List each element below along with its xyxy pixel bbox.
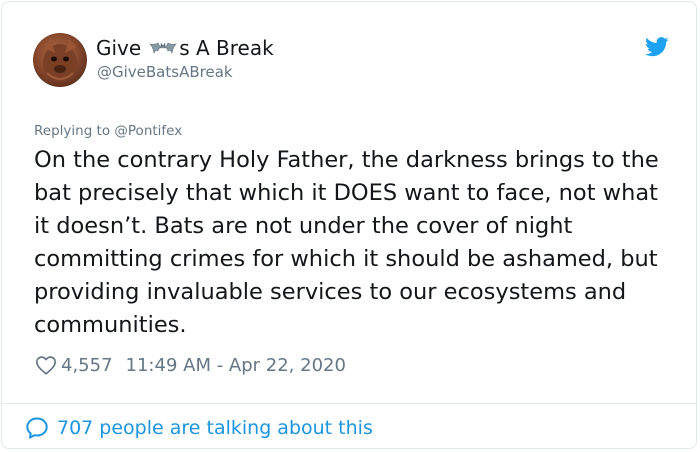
tweet-meta: 4,557 11:49 AM - Apr 22, 2020	[35, 354, 346, 376]
conversation-link[interactable]: 707 people are talking about this	[25, 416, 373, 440]
avatar[interactable]	[33, 33, 87, 87]
tweet-timestamp[interactable]: 11:49 AM - Apr 22, 2020	[126, 355, 346, 376]
tweet-card: Give s A Break @GiveBatsABreak Replying …	[1, 1, 697, 449]
talking-text: 707 people are talking about this	[57, 417, 373, 439]
divider	[2, 403, 696, 404]
heart-icon[interactable]	[35, 354, 57, 376]
display-name-part-1: Give	[96, 36, 142, 60]
bat-emoji-icon	[149, 42, 178, 54]
tweet-text: On the contrary Holy Father, the darknes…	[34, 147, 659, 338]
display-name[interactable]: Give s A Break	[96, 36, 274, 60]
twitter-bird-icon[interactable]	[645, 37, 669, 57]
user-handle[interactable]: @GiveBatsABreak	[97, 63, 233, 81]
reply-context[interactable]: Replying to @Pontifex	[34, 123, 182, 139]
display-name-part-2: s A Break	[179, 36, 274, 60]
like-count[interactable]: 4,557	[61, 355, 113, 376]
avatar-image	[43, 39, 77, 82]
speech-bubble-icon	[26, 417, 48, 439]
